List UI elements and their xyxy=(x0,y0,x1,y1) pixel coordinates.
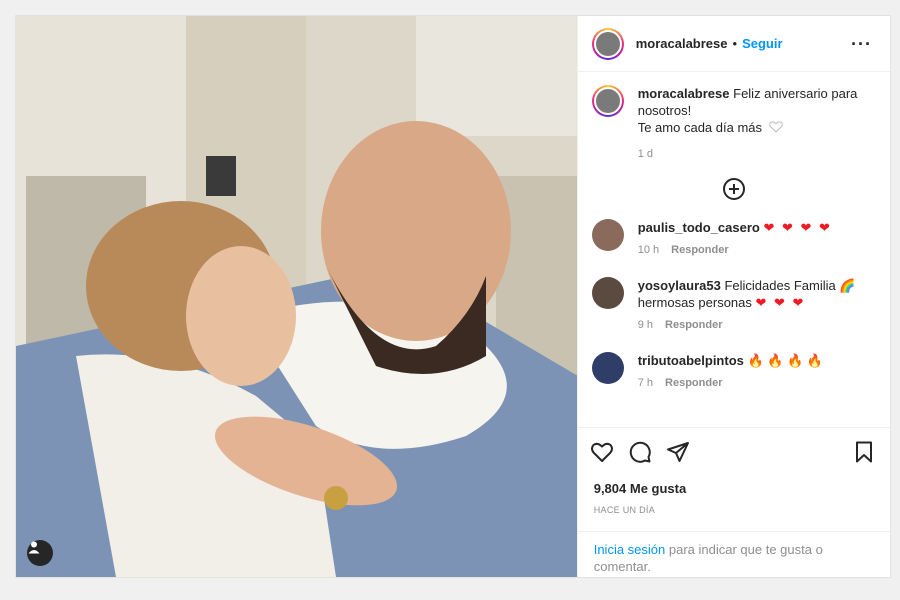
commenter-avatar[interactable] xyxy=(591,352,624,384)
reply-button[interactable]: Responder xyxy=(671,244,728,256)
header-separator: • xyxy=(732,36,738,51)
comment-item: paulis_todo_casero ❤ ❤ ❤ ❤ 10 h Responder xyxy=(591,219,876,259)
post-header: moracalabrese • Seguir xyxy=(577,16,890,72)
comment-icon xyxy=(629,441,651,463)
load-more-comments-button[interactable] xyxy=(592,177,876,201)
comment-emoji: 🔥 🔥 🔥 🔥 xyxy=(747,353,824,368)
comment-item: tributoabelpintos 🔥 🔥 🔥 🔥 7 h Responder xyxy=(591,352,876,392)
save-button[interactable] xyxy=(852,440,876,464)
share-icon xyxy=(666,441,689,462)
white-heart-icon xyxy=(768,121,783,133)
caption-time: 1 d xyxy=(637,148,654,160)
post-photo[interactable] xyxy=(16,16,577,577)
author-avatar[interactable] xyxy=(591,27,624,60)
likes-count[interactable]: 9,804 Me gusta xyxy=(594,481,687,496)
user-tag-button[interactable] xyxy=(27,540,53,566)
caption-avatar[interactable] xyxy=(591,85,624,117)
bookmark-icon xyxy=(856,441,872,462)
like-button[interactable] xyxy=(590,440,614,464)
add-comment-icon xyxy=(722,178,745,200)
post-caption: moracalabrese Feliz aniversario para nos… xyxy=(591,85,876,163)
comment-time: 9 h xyxy=(637,319,654,331)
post-photo-illustration xyxy=(16,16,577,577)
posted-ago: HACE UN DÍA xyxy=(593,505,656,515)
reply-button[interactable]: Responder xyxy=(665,377,722,389)
comment-time: 10 h xyxy=(637,244,660,256)
comments-section[interactable]: moracalabrese Feliz aniversario para nos… xyxy=(578,73,890,425)
comment-username[interactable]: paulis_todo_casero xyxy=(638,220,760,235)
caption-line-2: Te amo cada día más xyxy=(637,120,763,135)
heart-icon xyxy=(590,442,613,462)
user-tag-icon xyxy=(28,541,40,554)
comment-button[interactable] xyxy=(628,440,652,464)
login-prompt: Inicia sesión para indicar que te gusta … xyxy=(577,531,890,577)
action-bar xyxy=(577,427,890,475)
login-link[interactable]: Inicia sesión xyxy=(594,542,666,557)
comment-emoji: ❤ ❤ ❤ ❤ xyxy=(763,220,832,235)
reply-button[interactable]: Responder xyxy=(665,319,722,331)
commenter-avatar[interactable] xyxy=(591,219,624,251)
comment-time: 7 h xyxy=(637,377,654,389)
caption-username[interactable]: moracalabrese xyxy=(638,86,730,101)
more-icon[interactable]: ··· xyxy=(851,34,872,55)
comment-item: yosoylaura53 Felicidades Familia 🌈 hermo… xyxy=(591,277,876,334)
comment-username[interactable]: tributoabelpintos xyxy=(638,353,744,368)
instagram-post-card: moracalabrese • Seguir ··· moracalabrese… xyxy=(15,15,891,578)
share-button[interactable] xyxy=(666,440,690,464)
follow-button[interactable]: Seguir xyxy=(742,36,782,51)
post-sidebar: moracalabrese • Seguir ··· moracalabrese… xyxy=(576,16,890,577)
commenter-avatar[interactable] xyxy=(591,277,624,309)
author-username[interactable]: moracalabrese xyxy=(636,36,728,51)
comment-emoji: ❤ ❤ ❤ xyxy=(755,295,806,310)
comment-username[interactable]: yosoylaura53 xyxy=(638,278,721,293)
